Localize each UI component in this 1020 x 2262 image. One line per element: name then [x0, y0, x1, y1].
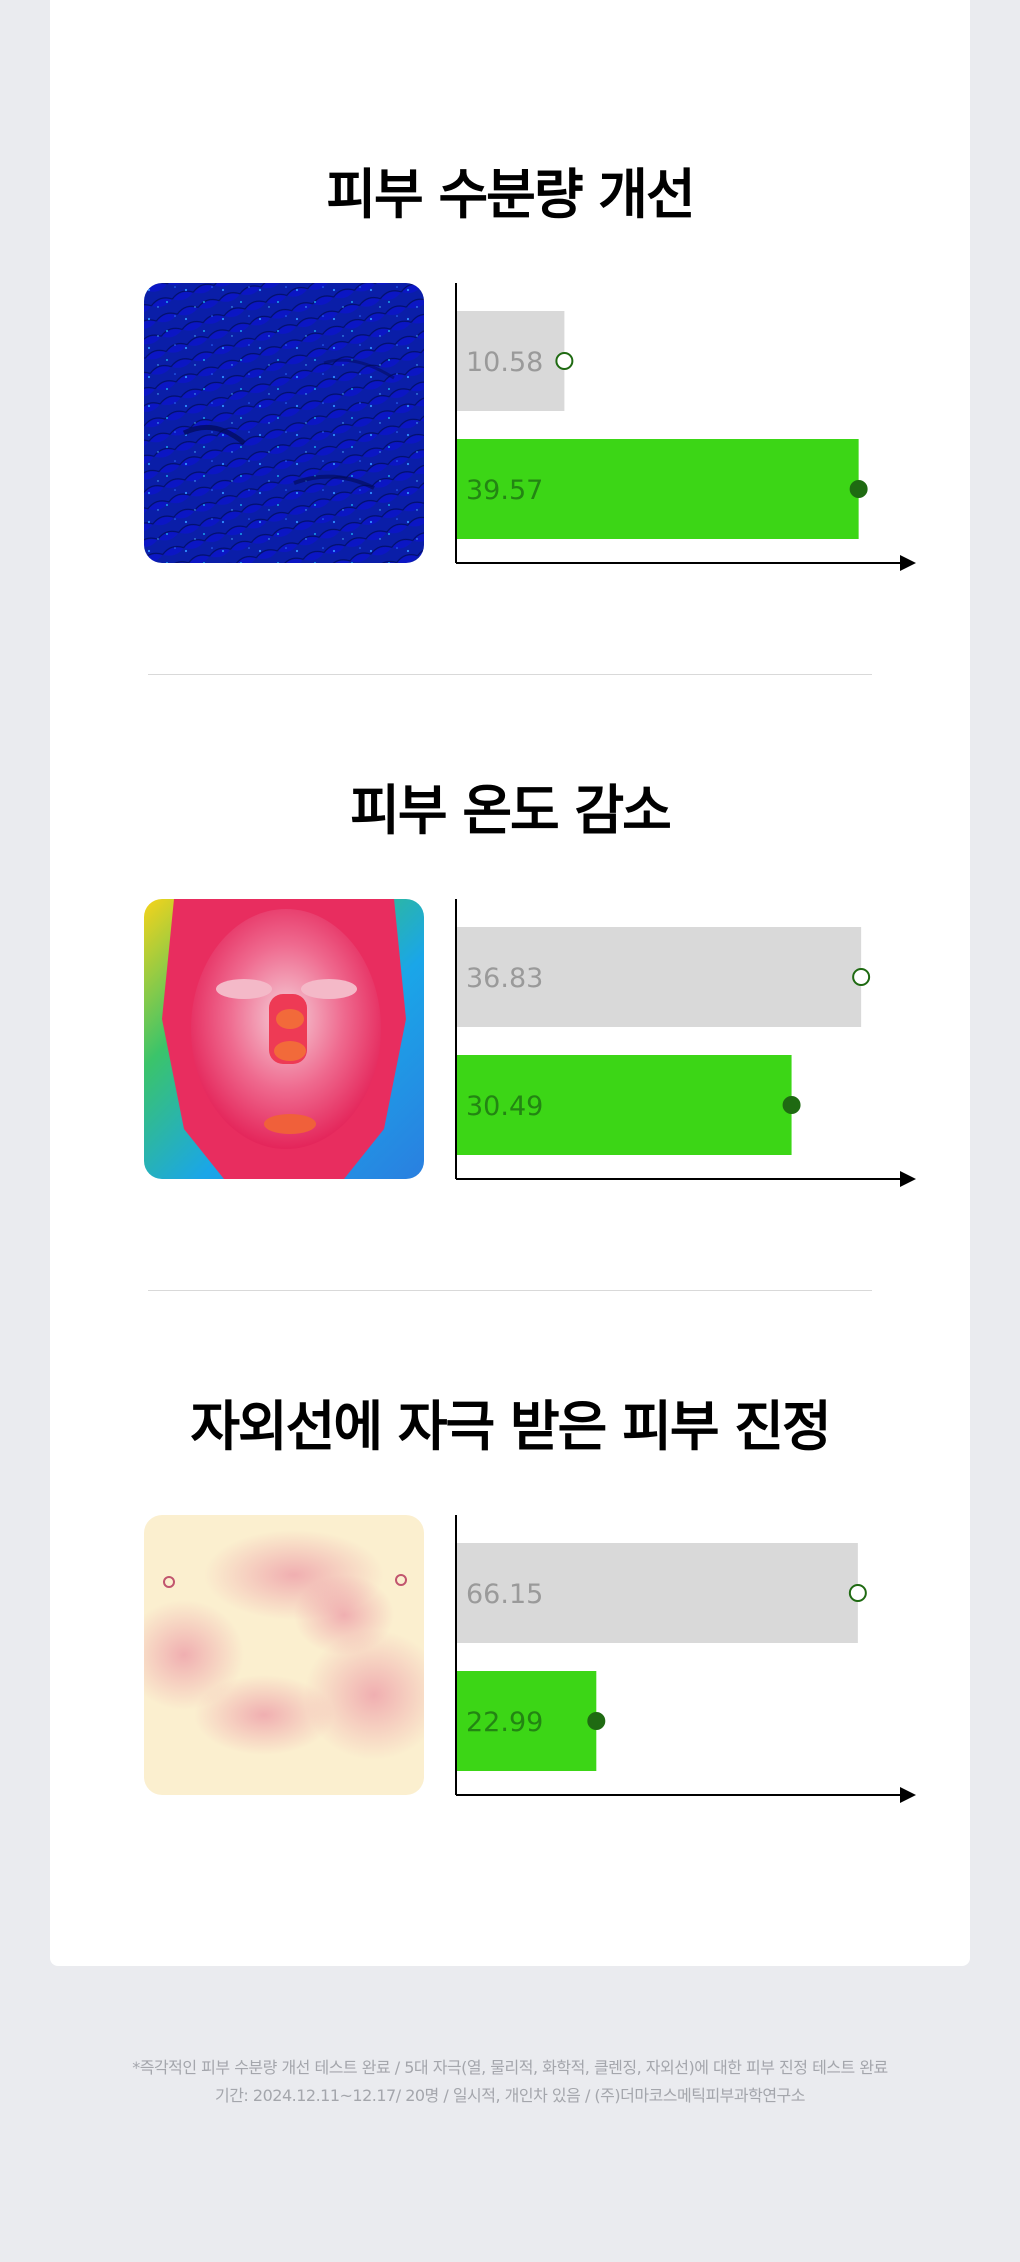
data-label: 30.49 [466, 1091, 543, 1122]
moisture-scan-graphic [144, 283, 424, 563]
section-temperature: 피부 온도 감소 36.83 30.49 [50, 616, 970, 1216]
uv-skin-graphic [144, 1515, 424, 1795]
thermal-face-graphic [144, 899, 424, 1179]
data-label: 36.83 [466, 963, 543, 994]
uv-soothing-chart: 66.15 22.99 [455, 1515, 916, 1803]
section-title: 자외선에 자극 받은 피부 진정 [190, 1395, 831, 1458]
filled-marker-icon [782, 1096, 801, 1114]
temperature-chart: 36.83 30.49 [455, 899, 916, 1187]
footnote-line-2: 기간: 2024.12.11~12.17/ 20명 / 일시적, 개인차 있음 … [214, 2086, 806, 2105]
data-label: 66.15 [466, 1579, 543, 1610]
section-title: 피부 수분량 개선 [326, 163, 695, 226]
hollow-marker-icon [848, 1584, 867, 1602]
moisture-chart: 10.58 39.57 [455, 283, 916, 571]
footnote-line-1: *즉각적인 피부 수분량 개선 테스트 완료 / 5대 자극(열, 물리적, 화… [132, 2058, 888, 2077]
x-axis-arrow-icon [900, 1171, 916, 1187]
hollow-marker-icon [555, 352, 574, 370]
data-label: 39.57 [466, 475, 543, 506]
filled-marker-icon [587, 1712, 606, 1730]
data-label: 22.99 [466, 1707, 543, 1738]
section-moisture: 피부 수분량 개선 10.58 39.57 [50, 0, 970, 600]
content-card: 피부 수분량 개선 10.58 39.57 피부 온도 감소 36.83 30.… [50, 0, 970, 1966]
x-axis-arrow-icon [900, 555, 916, 571]
x-axis-arrow-icon [900, 1787, 916, 1803]
data-label: 10.58 [466, 347, 543, 378]
filled-marker-icon [849, 480, 868, 498]
thermal-face-image [144, 899, 424, 1179]
section-title: 피부 온도 감소 [350, 779, 672, 842]
hollow-marker-icon [852, 968, 871, 986]
section-uv-soothing: 자외선에 자극 받은 피부 진정 66.15 22.99 [50, 1232, 970, 1832]
skin-moisture-scan-image [144, 283, 424, 563]
uv-irritated-skin-image [144, 1515, 424, 1795]
